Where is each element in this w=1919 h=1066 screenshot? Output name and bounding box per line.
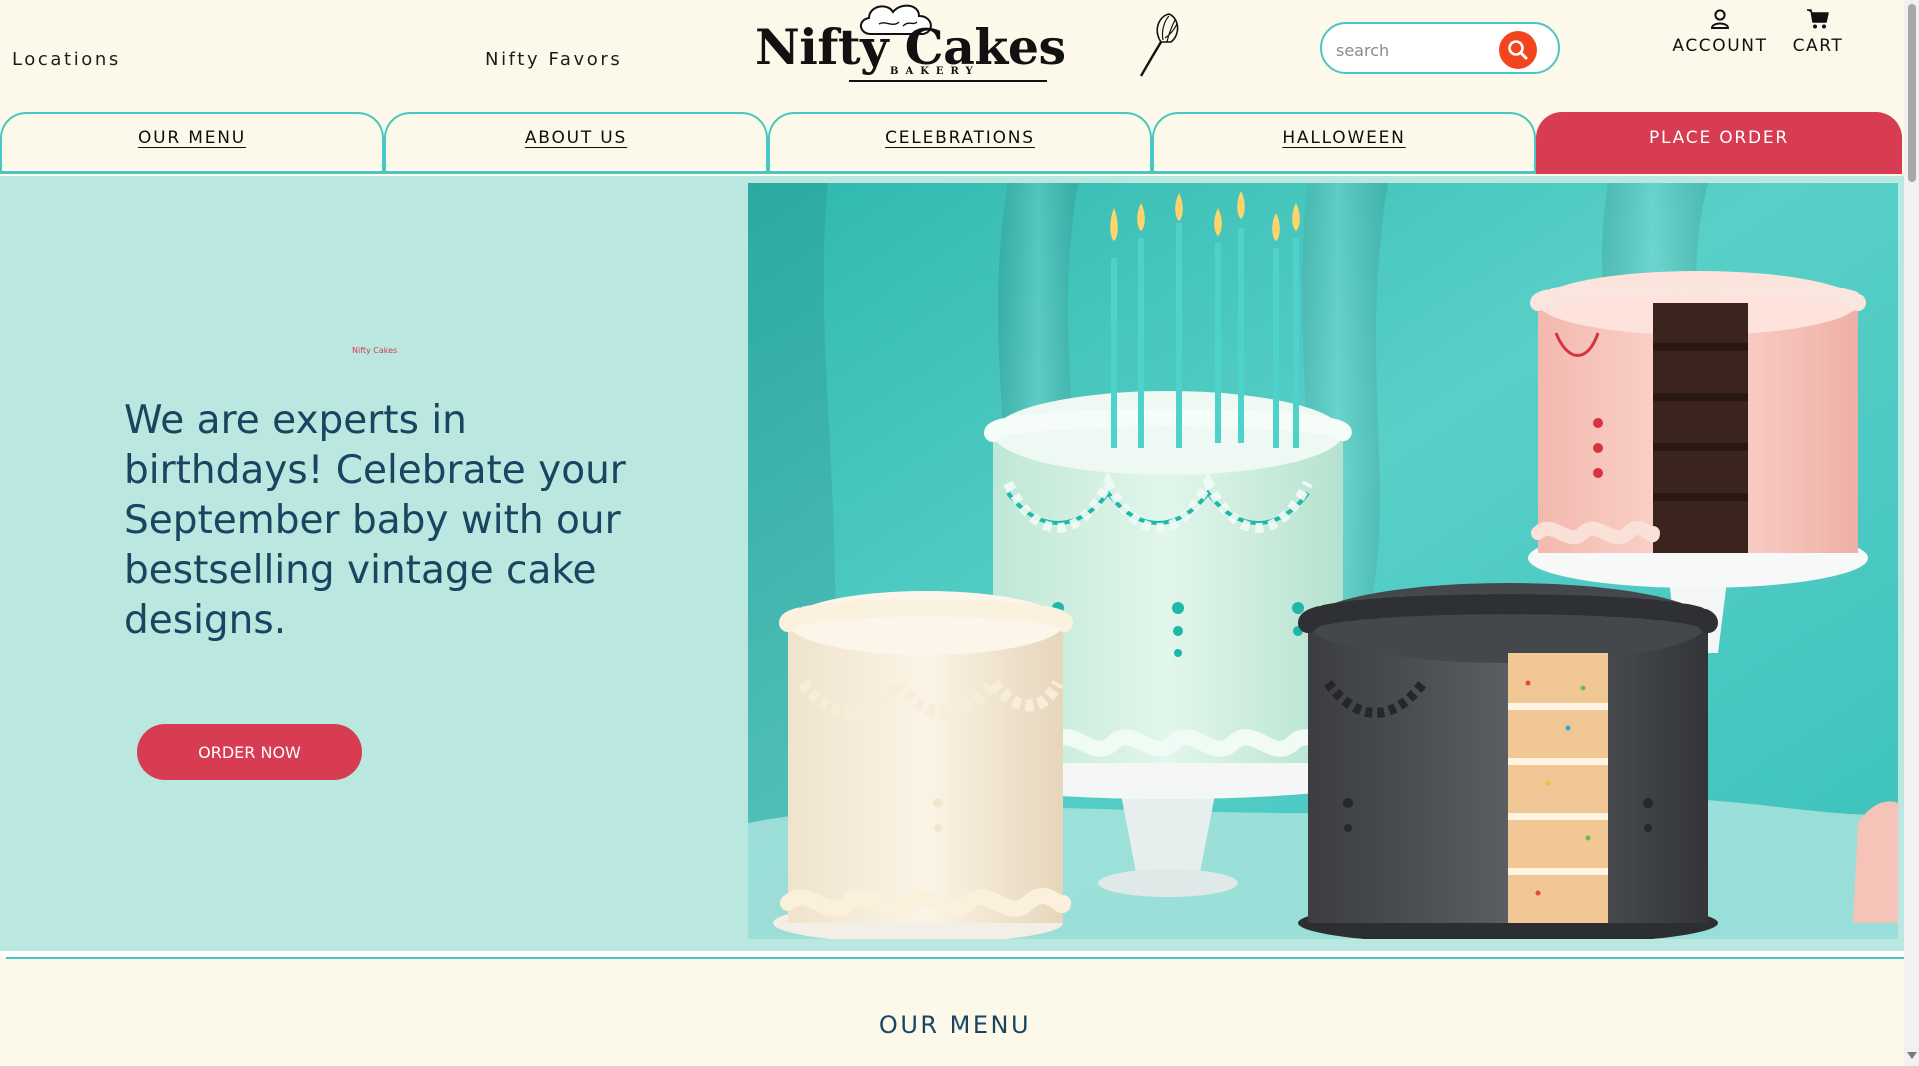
search-button[interactable]: [1499, 31, 1537, 69]
scrollbar-thumb[interactable]: [1908, 4, 1916, 182]
tab-celebrations[interactable]: CELEBRATIONS: [768, 112, 1152, 174]
search-input[interactable]: [1334, 36, 1498, 64]
locations-link[interactable]: Locations: [12, 49, 121, 70]
vertical-scrollbar[interactable]: [1904, 0, 1919, 1066]
logo-subword: BAKERY: [890, 66, 980, 77]
hero-kicker: Nifty Cakes: [352, 346, 398, 355]
tab-about-us-label: ABOUT US: [524, 128, 628, 148]
our-menu-heading: OUR MENU: [878, 1011, 1032, 1039]
site-logo[interactable]: Nifty Cakes BAKERY: [755, 0, 1179, 88]
birthday-cakes-illustration: [748, 183, 1898, 939]
tab-halloween-label: HALLOWEEN: [1282, 128, 1406, 148]
whisk-icon: [1139, 13, 1179, 77]
tab-our-menu-label: OUR MENU: [137, 128, 246, 148]
tab-place-order[interactable]: PLACE ORDER: [1536, 112, 1902, 174]
hero-banner: Nifty Cakes We are experts in birthdays!…: [0, 176, 1904, 952]
main-nav: OUR MENU ABOUT US CELEBRATIONS HALLOWEEN…: [0, 112, 1904, 176]
tab-our-menu[interactable]: OUR MENU: [0, 112, 384, 174]
account-button[interactable]: ACCOUNT: [1668, 8, 1772, 56]
tab-about-us[interactable]: ABOUT US: [384, 112, 768, 174]
scroll-down-arrow-icon[interactable]: [1907, 1052, 1917, 1059]
our-menu-section: OUR MENU: [6, 957, 1904, 1066]
order-now-button[interactable]: ORDER NOW: [137, 724, 362, 780]
cart-button[interactable]: CART: [1786, 8, 1850, 56]
cart-label: CART: [1792, 36, 1844, 56]
page: Locations Nifty Favors Nifty Cakes BAKER…: [0, 0, 1919, 1066]
hero-heading: We are experts in birthdays! Celebrate y…: [124, 398, 626, 643]
search-box: [1320, 22, 1560, 74]
tab-halloween[interactable]: HALLOWEEN: [1152, 112, 1536, 174]
account-icon: [1710, 9, 1730, 29]
logo-underline: [849, 80, 1047, 82]
account-label: ACCOUNT: [1672, 36, 1768, 56]
hero-cake-image: [748, 183, 1898, 939]
search-icon: [1508, 40, 1528, 60]
cart-icon: [1807, 9, 1829, 29]
tab-place-order-label: PLACE ORDER: [1648, 128, 1790, 148]
tab-celebrations-label: CELEBRATIONS: [885, 128, 1035, 148]
nifty-favors-link[interactable]: Nifty Favors: [485, 49, 622, 70]
